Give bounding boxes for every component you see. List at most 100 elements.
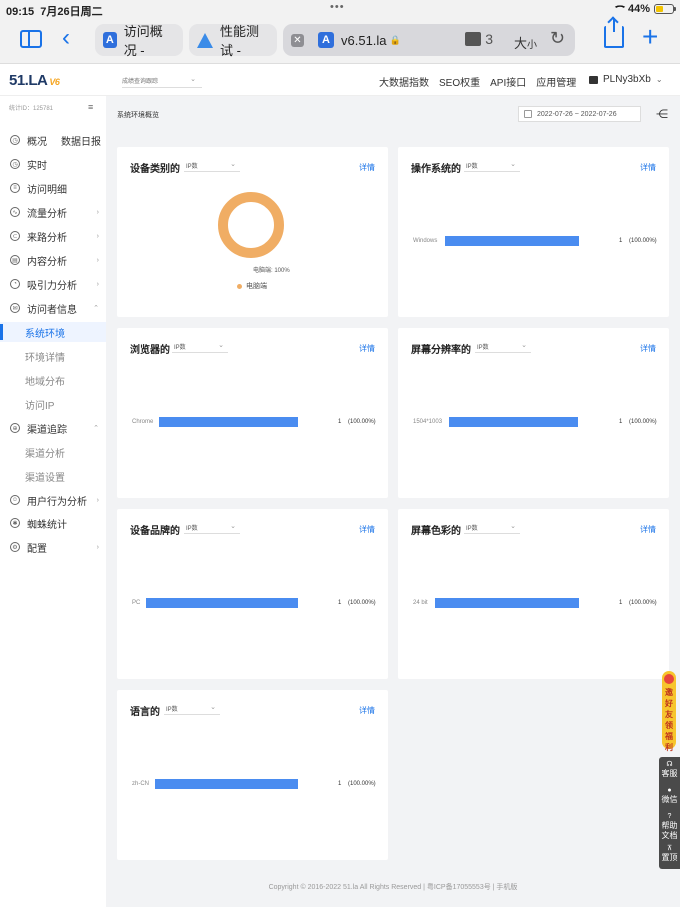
bar[interactable] (155, 779, 298, 789)
detail-link[interactable]: 详情 (359, 343, 375, 354)
sidebar-item-label: 蜘蛛统计 (27, 519, 67, 531)
stat-card: 操作系统的 IP数 ⌄ 详情 Windows 1 (100.00%) (398, 147, 669, 317)
detail-link[interactable]: 详情 (359, 524, 375, 535)
sidebar-item[interactable]: ☺ 用户行为分析 › (0, 490, 106, 510)
sidebar-item[interactable]: ◔ 吸引力分析 › (0, 274, 106, 294)
sidebar-item[interactable]: 地域分布 (0, 370, 106, 390)
close-tab-icon[interactable]: ✕ (291, 33, 304, 47)
bar[interactable] (449, 417, 578, 427)
date-range-picker[interactable]: 2022-07-26 ~ 2022-07-26 (518, 106, 641, 122)
sidebar-item[interactable]: ⚙ 配置 › (0, 537, 106, 557)
sidebar-item[interactable]: ⊕ 渠道追踪 ⌃ (0, 418, 106, 438)
back-to-top-button[interactable]: ⊼ 置顶 (659, 845, 680, 863)
metric-select[interactable]: IP数 ⌄ (172, 339, 228, 353)
main-content: 系统环境概览 2022-07-26 ~ 2022-07-26 ⋲ 设备类别的 IP… (106, 96, 680, 907)
site-logo[interactable]: 51.LA V6 (9, 72, 60, 89)
stat-card: 语言的 IP数 ⌄ 详情 zh-CN 1 (100.00%) (117, 690, 388, 860)
chevron-icon: › (96, 256, 99, 264)
share-icon[interactable] (604, 18, 624, 48)
bar-category-label: PC (132, 600, 141, 606)
calendar-icon (524, 110, 532, 118)
bar-count: 1 (338, 419, 342, 425)
bar-percent: (100.00%) (348, 419, 376, 425)
sidebar-item[interactable]: ∿ 流量分析 › (0, 202, 106, 222)
customer-service-button[interactable]: ☊ 客服 (659, 761, 680, 779)
bar[interactable] (146, 598, 298, 608)
tab-active-address[interactable]: ✕ A v6.51.la 🔒 3 大小 ↻ (283, 24, 575, 56)
detail-link[interactable]: 详情 (640, 162, 656, 173)
sidebar-item[interactable]: 环境详情 (0, 346, 106, 366)
bar-percent: (100.00%) (348, 600, 376, 606)
nav-bigdata-index[interactable]: 大数据指数 (379, 74, 429, 89)
help-docs-button[interactable]: ? 帮助 文档 (659, 813, 680, 841)
sidebar-item[interactable]: ≡ 访问明细 (0, 178, 106, 198)
bar[interactable] (159, 417, 298, 427)
sidebar-item[interactable]: ◷ 实时 (0, 154, 106, 174)
sidebar-item-label: 访问者信息 (27, 304, 77, 316)
card-title: 屏幕色彩的 (411, 526, 461, 537)
nav-app-management[interactable]: 应用管理 (536, 74, 576, 89)
sidebar-item[interactable]: 系统环境 (0, 322, 106, 342)
invite-friends-banner[interactable]: 邀好友领福利 (662, 671, 676, 752)
detail-link[interactable]: 详情 (359, 162, 375, 173)
sidebar-item[interactable]: ⊂ 来路分析 › (0, 226, 106, 246)
sidebar-item[interactable]: ✱ 蜘蛛统计 (0, 513, 106, 533)
metric-select[interactable]: IP数 ⌄ (164, 701, 220, 715)
sidebar-item[interactable]: ✉ 访问者信息 ⌃ (0, 298, 106, 318)
card-title: 操作系统的 (411, 164, 461, 175)
new-tab-button[interactable]: + (642, 22, 658, 52)
chart-legend[interactable]: 电脑端 (237, 281, 267, 291)
detail-link[interactable]: 详情 (640, 524, 656, 535)
user-menu[interactable]: PLNy3bXb ⌄ (589, 74, 663, 85)
text-size-button[interactable]: 大小 (514, 33, 537, 52)
bar[interactable] (445, 236, 579, 246)
route-icon: ⊂ (10, 231, 20, 241)
nav-seo-weight[interactable]: SEO权重 (439, 74, 480, 89)
bar-percent: (100.00%) (348, 781, 376, 787)
triangle-favicon-icon (197, 32, 213, 48)
collapse-menu-icon[interactable]: ≡ (88, 102, 93, 112)
back-button[interactable]: ‹ (62, 26, 70, 50)
sidebar-item[interactable]: 访问IP (0, 394, 106, 414)
sidebar: 统计ID：125781 ≡ ◷ 概况 数据日报 ◷ 实时 ≡ 访问明细 ∿ 流量分析 › ⊂ 来路分析… (0, 96, 106, 907)
metric-select[interactable]: IP数 ⌄ (475, 339, 531, 353)
mail-icon: ✉ (10, 303, 20, 313)
multitask-dots[interactable]: ••• (330, 1, 345, 13)
tab-performance-test[interactable]: 性能测试 - (189, 24, 277, 58)
sidebar-item-label: 实时 (27, 160, 47, 172)
sidebar-item-label: 地域分布 (25, 376, 65, 388)
status-time: 09:15 7月26日周二 (6, 6, 103, 18)
sidebar-item[interactable]: ◷ 概况 数据日报 (0, 130, 106, 150)
battery-icon (654, 4, 676, 14)
metric-select[interactable]: IP数 ⌄ (184, 520, 240, 534)
tab-visit-overview[interactable]: A 访问概况 - (95, 24, 183, 58)
wechat-button[interactable]: ● 微信 (659, 787, 680, 805)
detail-link[interactable]: 详情 (640, 343, 656, 354)
metric-select[interactable]: IP数 ⌄ (464, 158, 520, 172)
chevron-icon: › (96, 543, 99, 551)
address-text: v6.51.la (341, 32, 387, 48)
chevron-icon: › (96, 232, 99, 240)
sidebar-item[interactable]: 渠道分析 (0, 442, 106, 462)
reload-icon[interactable]: ↻ (550, 28, 565, 49)
chevron-icon: › (96, 496, 99, 504)
share-icon[interactable]: ⋲ (656, 107, 668, 121)
sidebar-toggle-icon[interactable] (20, 30, 42, 48)
sidebar-item[interactable]: ▤ 内容分析 › (0, 250, 106, 270)
site-favicon-icon: A (103, 32, 117, 48)
metric-select[interactable]: IP数 ⌄ (184, 158, 240, 172)
detail-link[interactable]: 详情 (359, 705, 375, 716)
site-select[interactable]: 成绩查询跟踪 ⌄ (122, 72, 202, 88)
status-bar: 09:15 7月26日周二 ••• 44% (0, 0, 680, 18)
tab-label: 性能测试 - (220, 24, 260, 58)
bar[interactable] (435, 598, 579, 608)
sidebar-item-daily-report[interactable]: 数据日报 (61, 133, 101, 148)
list-icon: ≡ (10, 183, 20, 193)
nav-api[interactable]: API接口 (490, 74, 526, 89)
bar-category-label: zh-CN (132, 781, 150, 787)
metric-select[interactable]: IP数 ⌄ (464, 520, 520, 534)
sidebar-item[interactable]: 渠道设置 (0, 466, 106, 486)
bar-percent: (100.00%) (629, 419, 657, 425)
extensions-button[interactable]: 3 (465, 31, 493, 47)
battery-percent: 44% (627, 3, 650, 15)
